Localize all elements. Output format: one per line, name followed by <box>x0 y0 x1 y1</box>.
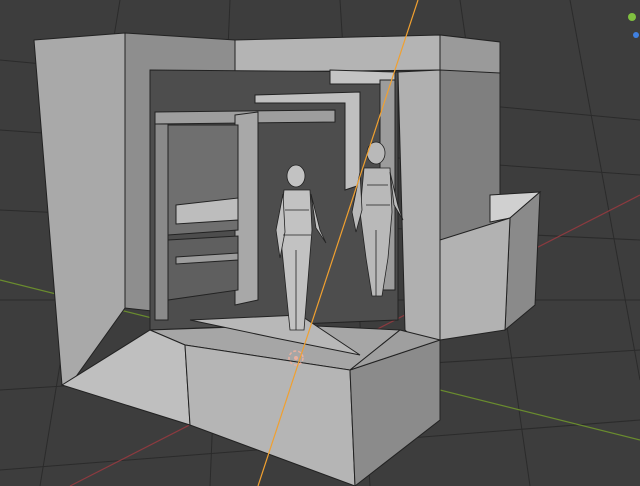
scene-canvas[interactable] <box>0 0 640 486</box>
3d-viewport[interactable] <box>0 0 640 486</box>
window-panel[interactable] <box>167 124 239 301</box>
gizmo-z-icon[interactable] <box>633 32 639 38</box>
gizmo-y-icon[interactable] <box>628 13 636 21</box>
navigation-gizmo[interactable] <box>620 8 640 48</box>
